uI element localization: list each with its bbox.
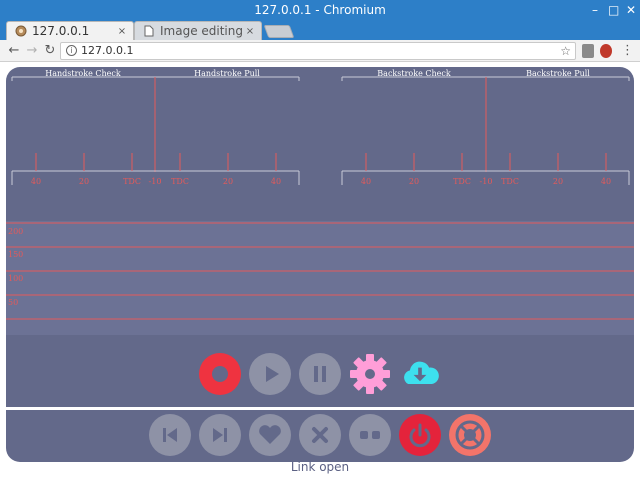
tick-label: 20 (223, 177, 233, 186)
skip-forward-button[interactable] (199, 414, 241, 456)
bookmark-star-icon[interactable]: ☆ (560, 43, 571, 59)
close-window-icon[interactable]: ✕ (626, 0, 636, 20)
maximize-icon[interactable]: □ (608, 0, 619, 20)
url-text: 127.0.0.1 (81, 44, 134, 57)
grid-label: 200 (8, 227, 23, 236)
connection-status: Link open (290, 460, 350, 474)
app-favicon-icon (15, 25, 27, 37)
controls-divider (6, 407, 634, 410)
grid-label: 100 (8, 274, 23, 283)
tick-label: 20 (79, 177, 89, 186)
power-icon (409, 423, 431, 448)
play-button[interactable] (249, 353, 291, 395)
cloud-download-icon (404, 361, 439, 385)
backstroke-pull-label: Backstroke Pull (526, 69, 590, 78)
skip-back-icon (163, 428, 177, 442)
reload-icon[interactable]: ↻ (42, 42, 58, 60)
address-bar[interactable]: i 127.0.0.1 ☆ (60, 42, 576, 60)
tick-label: 20 (553, 177, 563, 186)
handstroke-pull-label: Handstroke Pull (194, 69, 260, 78)
level-grid: 200 150 100 50 (6, 221, 634, 335)
grid-label: 150 (8, 250, 23, 259)
handstroke-check-label: Handstroke Check (45, 69, 121, 78)
x-icon (312, 427, 328, 443)
stroke-scale: Handstroke Check Handstroke Pull Backstr… (6, 67, 634, 217)
control-row-primary (6, 353, 634, 403)
tab-strip: 127.0.0.1 × Image editing on y × (0, 20, 640, 56)
download-button[interactable] (399, 353, 441, 395)
skip-back-button[interactable] (149, 414, 191, 456)
tick-label: 40 (361, 177, 371, 186)
tab-close-icon[interactable]: × (115, 26, 129, 37)
link-button[interactable] (349, 414, 391, 456)
window-titlebar: 127.0.0.1 - Chromium – □ ✕ (0, 0, 640, 20)
record-button[interactable] (199, 353, 241, 395)
tick-label: 40 (31, 177, 41, 186)
tick-label: 40 (271, 177, 281, 186)
pause-icon (314, 366, 326, 382)
tick-label: TDC (453, 177, 471, 186)
skip-forward-icon (213, 428, 227, 442)
favorite-button[interactable] (249, 414, 291, 456)
ublock-icon[interactable] (600, 44, 612, 58)
record-icon (212, 366, 228, 382)
menu-dots-icon[interactable]: ⋮ (621, 42, 634, 60)
tab-inactive[interactable]: Image editing on y × (134, 21, 262, 40)
tick-label: TDC (501, 177, 519, 186)
tick-label: TDC (171, 177, 189, 186)
tab-close-icon[interactable]: × (243, 26, 257, 37)
tick-label: TDC (123, 177, 141, 186)
window-controls: – □ ✕ (590, 0, 636, 20)
browser-toolbar: ← → ↻ i 127.0.0.1 ☆ ⋮ (0, 40, 640, 62)
grid-label: 50 (8, 298, 18, 307)
tick-label: 40 (601, 177, 611, 186)
pause-button[interactable] (299, 353, 341, 395)
page-content: Handstroke Check Handstroke Pull Backstr… (0, 63, 640, 482)
lifebuoy-icon (455, 420, 485, 450)
main-panel: Handstroke Check Handstroke Pull Backstr… (6, 67, 634, 462)
info-icon[interactable]: i (66, 45, 77, 56)
tab-label: Image editing on y (160, 24, 243, 38)
settings-button[interactable] (349, 353, 391, 395)
window-title: 127.0.0.1 - Chromium (254, 3, 386, 17)
backstroke-check-label: Backstroke Check (377, 69, 451, 78)
new-tab-button[interactable] (263, 25, 295, 38)
tick-label: 20 (409, 177, 419, 186)
link-icon (360, 431, 380, 439)
help-button[interactable] (449, 414, 491, 456)
back-arrow-icon[interactable]: ← (6, 42, 22, 60)
heart-icon (259, 425, 281, 444)
power-button[interactable] (399, 414, 441, 456)
tab-label: 127.0.0.1 (32, 24, 90, 38)
minimize-icon[interactable]: – (590, 0, 600, 20)
tick-label: -10 (149, 177, 162, 186)
forward-arrow-icon[interactable]: → (24, 42, 40, 60)
extension-icon[interactable] (582, 44, 594, 58)
tick-label: -10 (480, 177, 493, 186)
tab-active[interactable]: 127.0.0.1 × (6, 21, 134, 40)
document-icon (143, 25, 155, 37)
control-row-secondary (6, 414, 634, 458)
play-icon (266, 366, 279, 382)
gear-icon (350, 354, 390, 394)
close-button[interactable] (299, 414, 341, 456)
